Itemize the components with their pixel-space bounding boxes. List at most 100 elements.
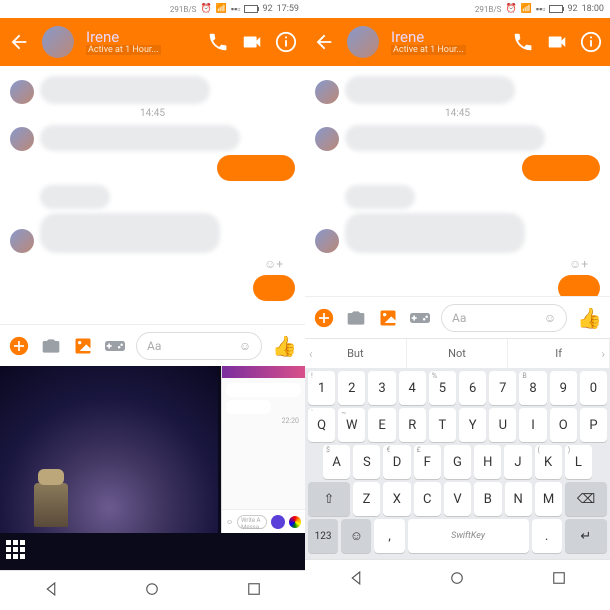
chat-area[interactable]: 14:45 ☺+ (305, 66, 610, 296)
app-grid-icon[interactable] (6, 540, 28, 562)
key-h[interactable]: H (474, 445, 501, 479)
nav-recent-icon[interactable] (245, 580, 263, 602)
app-card-1[interactable] (0, 366, 218, 533)
suggestion-2[interactable]: Not (407, 339, 509, 368)
chat-area[interactable]: 14:45 ☺+ (0, 66, 305, 324)
emoji-picker-icon[interactable]: ☺ (239, 339, 251, 353)
suggestion-1[interactable]: But (305, 339, 407, 368)
msg-bubble-in[interactable] (40, 76, 210, 104)
msg-bubble-out[interactable] (522, 155, 600, 181)
key-period[interactable]: . (532, 519, 562, 553)
key-3[interactable]: 3 (368, 371, 395, 405)
reaction-icon[interactable]: ☺+ (315, 257, 600, 271)
key-a[interactable]: A$ (323, 445, 350, 479)
key-enter[interactable]: ↵ (565, 519, 607, 553)
message-input[interactable]: Aa☺ (136, 332, 262, 360)
key-9[interactable]: 9 (550, 371, 577, 405)
add-icon[interactable] (8, 335, 30, 357)
msg-bubble-out[interactable] (253, 275, 295, 301)
call-icon[interactable] (512, 31, 534, 53)
message-input[interactable]: Aa☺ (441, 304, 567, 332)
msg-bubble-in[interactable] (40, 125, 240, 151)
msg-bubble-in[interactable] (345, 213, 525, 253)
key-s[interactable]: S (353, 445, 380, 479)
thumbs-up-icon[interactable]: 👍 (577, 306, 602, 330)
key-m[interactable]: M (535, 482, 562, 516)
info-icon[interactable] (275, 31, 297, 53)
key-5[interactable]: 5% (429, 371, 456, 405)
key-i[interactable]: I (519, 408, 546, 442)
nav-back-icon[interactable] (347, 569, 365, 591)
key-7[interactable]: 7 (489, 371, 516, 405)
contact-name[interactable]: Irene (86, 29, 161, 46)
reaction-icon[interactable]: ☺+ (10, 257, 295, 271)
key-z[interactable]: Z (353, 482, 380, 516)
key-0[interactable]: 0 (580, 371, 607, 405)
info-icon[interactable] (580, 31, 602, 53)
key-b[interactable]: B (474, 482, 501, 516)
key-r[interactable]: R (399, 408, 426, 442)
back-icon[interactable] (8, 31, 30, 53)
key-6[interactable]: 6 (459, 371, 486, 405)
emoji-picker-icon[interactable]: ☺ (544, 311, 556, 325)
key-comma[interactable]: , (374, 519, 404, 553)
key-l[interactable]: L) (565, 445, 592, 479)
gallery-icon[interactable] (72, 335, 94, 357)
nav-home-icon[interactable] (448, 569, 466, 591)
avatar[interactable] (42, 26, 74, 58)
key-backspace[interactable]: ⌫ (565, 482, 607, 516)
key-u[interactable]: U (489, 408, 516, 442)
key-q[interactable]: Q` (308, 408, 335, 442)
games-icon[interactable] (104, 335, 126, 357)
key-p[interactable]: P (580, 408, 607, 442)
key-space[interactable]: SwiftKey (408, 519, 529, 553)
nav-home-icon[interactable] (143, 580, 161, 602)
msg-bubble-out[interactable] (217, 155, 295, 181)
key-numbers[interactable]: 123 (308, 519, 338, 553)
key-2[interactable]: 2 (338, 371, 365, 405)
msg-bubble-out[interactable] (558, 275, 600, 296)
key-d[interactable]: D€ (383, 445, 410, 479)
key-t[interactable]: T (429, 408, 456, 442)
key-y[interactable]: Y (459, 408, 486, 442)
camera-icon[interactable] (40, 335, 62, 357)
recent-apps-view[interactable]: 22:20 ☺ Write A Messa… (0, 366, 305, 570)
msg-bubble-in[interactable] (345, 125, 545, 151)
nav-back-icon[interactable] (42, 580, 60, 602)
key-e[interactable]: E (368, 408, 395, 442)
thumbs-up-icon[interactable]: 👍 (272, 334, 297, 358)
wifi-icon: 📶 (216, 4, 227, 14)
key-o[interactable]: O (550, 408, 577, 442)
key-emoji[interactable]: ☺ (341, 519, 371, 553)
add-icon[interactable] (313, 307, 335, 329)
key-n[interactable]: N (505, 482, 532, 516)
back-icon[interactable] (313, 31, 335, 53)
key-x[interactable]: X (383, 482, 410, 516)
msg-bubble-in[interactable] (40, 185, 110, 209)
video-icon[interactable] (546, 31, 568, 53)
suggestion-3[interactable]: If (508, 339, 610, 368)
avatar[interactable] (347, 26, 379, 58)
key-k[interactable]: K( (535, 445, 562, 479)
key-shift[interactable]: ⇧ (308, 482, 350, 516)
msg-bubble-in[interactable] (345, 185, 415, 209)
key-w[interactable]: W~ (338, 408, 365, 442)
key-j[interactable]: J (504, 445, 531, 479)
nav-recent-icon[interactable] (550, 569, 568, 591)
camera-icon[interactable] (345, 307, 367, 329)
gallery-icon[interactable] (377, 307, 399, 329)
contact-name[interactable]: Irene (391, 29, 466, 46)
msg-bubble-in[interactable] (40, 213, 220, 253)
key-g[interactable]: G (444, 445, 471, 479)
games-icon[interactable] (409, 307, 431, 329)
call-icon[interactable] (207, 31, 229, 53)
msg-bubble-in[interactable] (345, 76, 515, 104)
key-v[interactable]: V (444, 482, 471, 516)
key-1[interactable]: 1! (308, 371, 335, 405)
key-f[interactable]: F£ (414, 445, 441, 479)
app-card-2[interactable]: 22:20 ☺ Write A Messa… (221, 366, 305, 533)
key-8[interactable]: 8B (519, 371, 546, 405)
video-icon[interactable] (241, 31, 263, 53)
key-c[interactable]: C (414, 482, 441, 516)
key-4[interactable]: 4 (399, 371, 426, 405)
